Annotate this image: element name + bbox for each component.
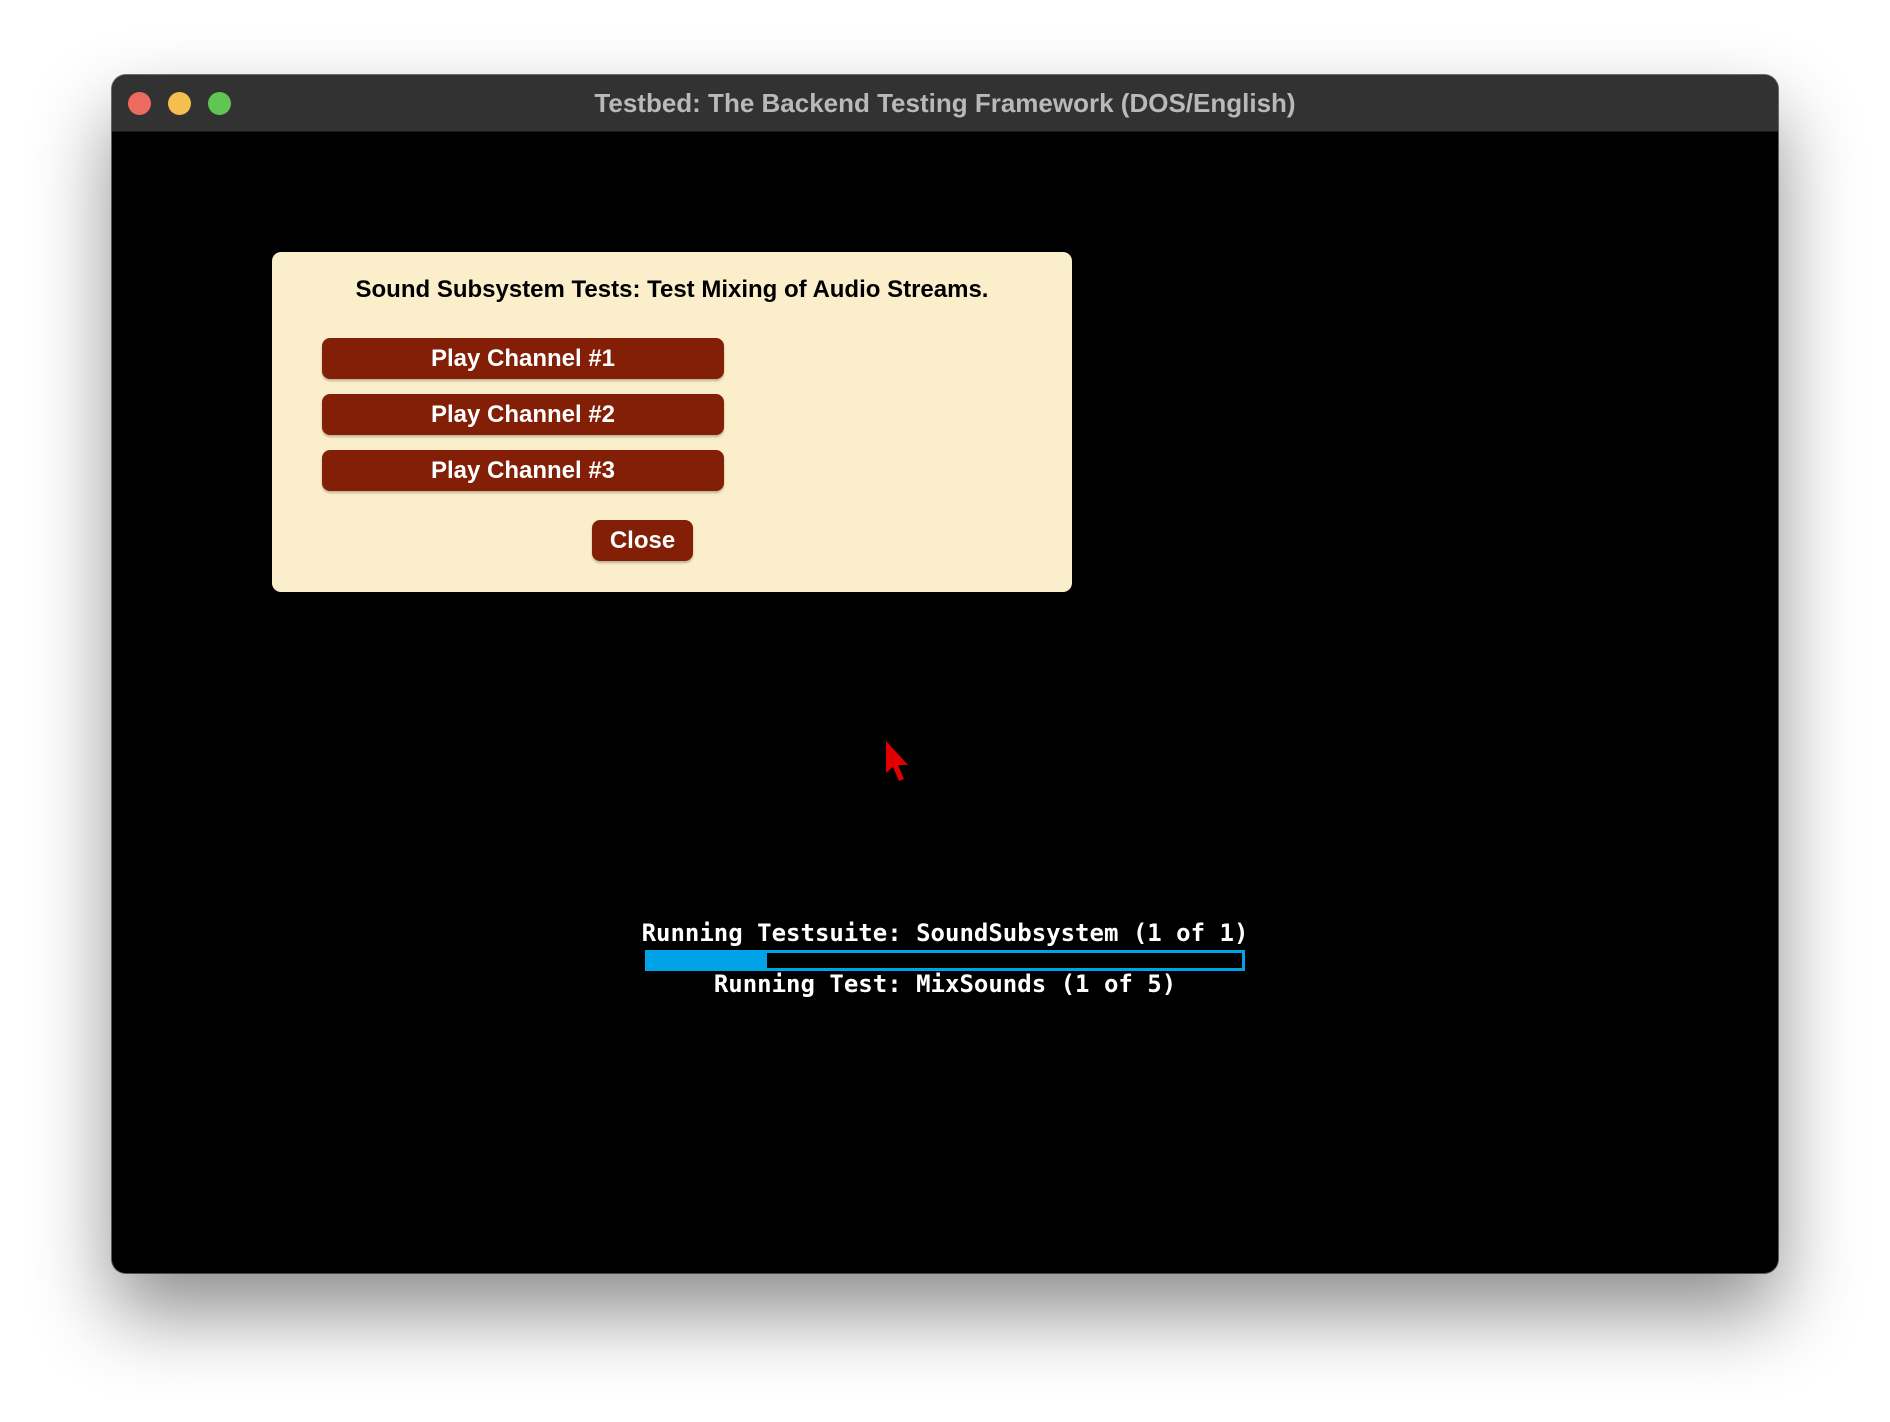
dialog-title: Sound Subsystem Tests: Test Mixing of Au… bbox=[355, 276, 989, 303]
close-button[interactable]: Close bbox=[592, 520, 693, 561]
window-title: Testbed: The Backend Testing Framework (… bbox=[594, 88, 1296, 118]
testbed-window: Testbed: The Backend Testing Framework (… bbox=[112, 75, 1778, 1273]
game-screen: Sound Subsystem Tests: Test Mixing of Au… bbox=[112, 132, 1778, 1273]
play-channel-1-button[interactable]: Play Channel #1 bbox=[322, 338, 724, 379]
sound-test-dialog: Sound Subsystem Tests: Test Mixing of Au… bbox=[272, 252, 1072, 592]
title-bar[interactable]: Testbed: The Backend Testing Framework (… bbox=[112, 75, 1778, 132]
testsuite-status-text: Running Testsuite: SoundSubsystem (1 of … bbox=[641, 919, 1249, 947]
play-channel-2-button[interactable]: Play Channel #2 bbox=[322, 394, 724, 435]
test-progress-bar bbox=[645, 950, 1245, 971]
mouse-pointer-icon bbox=[886, 741, 908, 781]
test-status-text: Running Test: MixSounds (1 of 5) bbox=[713, 970, 1177, 998]
progress-fill bbox=[648, 953, 767, 968]
play-channel-3-button[interactable]: Play Channel #3 bbox=[322, 450, 724, 491]
